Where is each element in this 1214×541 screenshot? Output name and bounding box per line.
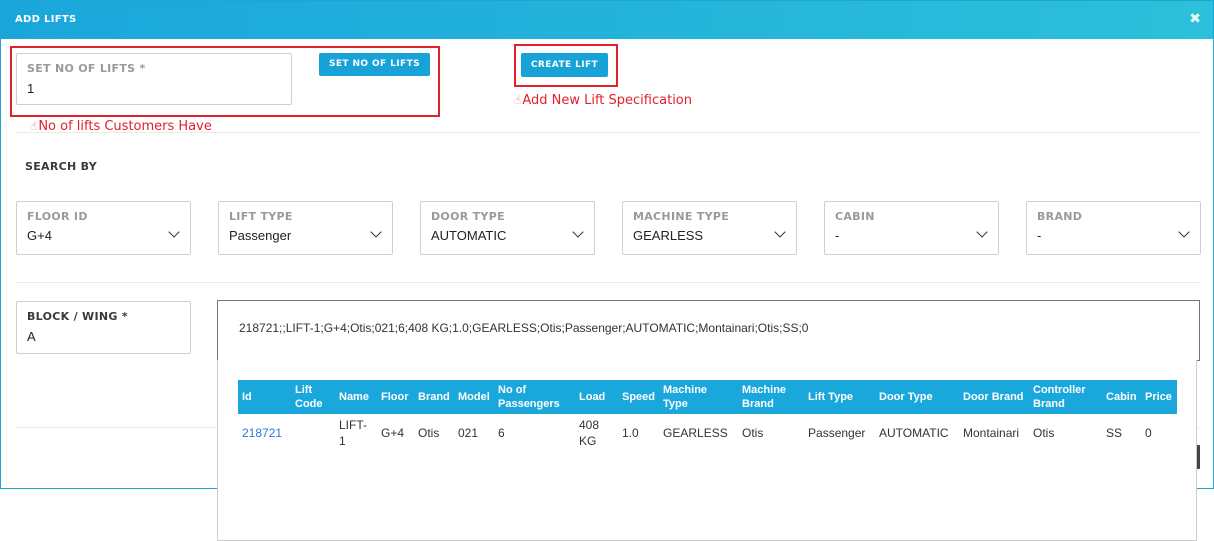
block-wing-value[interactable]: A [27, 329, 36, 344]
cell-door-type: AUTOMATIC [879, 426, 949, 440]
cell-model: 021 [458, 426, 479, 440]
chevron-down-icon[interactable] [1178, 226, 1190, 238]
create-lift-hint-text: Add New Lift Specification [522, 93, 692, 108]
column-header: Door Brand [959, 380, 1030, 414]
column-header: Floor [377, 380, 414, 414]
modal-title: ADD LIFTS [15, 14, 77, 25]
table-header-row: Id Lift Code Name Floor Brand Model No o… [238, 380, 1178, 414]
cell-door-brand: Montainari [963, 426, 1020, 440]
column-header: Lift Code [291, 380, 335, 414]
divider [16, 282, 1201, 283]
column-header: No of Passengers [494, 380, 575, 414]
chevron-down-icon[interactable] [976, 226, 988, 238]
cell-name: LIFT-1 [339, 418, 368, 448]
set-no-of-lifts-label: SET NO OF LIFTS * [27, 62, 146, 75]
lift-search-dropdown: Id Lift Code Name Floor Brand Model No o… [217, 360, 1197, 541]
filter-cabin[interactable]: CABIN - [824, 201, 999, 255]
column-header: Brand [414, 380, 454, 414]
search-by-title: SEARCH BY [25, 160, 97, 173]
block-wing-field[interactable]: BLOCK / WING * A [16, 301, 191, 354]
filter-value: Passenger [229, 228, 292, 243]
column-header: Price [1141, 380, 1178, 414]
filter-floor-id[interactable]: FLOOR ID G+4 [16, 201, 191, 255]
cell-floor: G+4 [381, 426, 405, 440]
set-no-of-lifts-value[interactable]: 1 [27, 81, 34, 96]
filter-value: - [1037, 228, 1042, 243]
filter-label: MACHINE TYPE [633, 210, 730, 223]
filter-label: LIFT TYPE [229, 210, 293, 223]
filter-value: GEARLESS [633, 228, 704, 243]
lift-results-table: Id Lift Code Name Floor Brand Model No o… [238, 380, 1178, 452]
column-header: Load [575, 380, 618, 414]
cell-lift-code [291, 414, 335, 452]
column-header: Model [454, 380, 494, 414]
cell-machine-type: GEARLESS [663, 426, 728, 440]
cell-brand: Otis [418, 426, 440, 440]
filter-label: FLOOR ID [27, 210, 88, 223]
lift-search-value[interactable]: 218721;;LIFT-1;G+4;Otis;021;6;408 KG;1.0… [239, 321, 808, 335]
cell-controller-brand: Otis [1033, 426, 1055, 440]
cell-load: 408 KG [579, 418, 600, 448]
chevron-down-icon[interactable] [370, 226, 382, 238]
close-icon[interactable]: ✖ [1189, 10, 1201, 28]
column-header: Machine Type [659, 380, 739, 414]
filter-lift-type[interactable]: LIFT TYPE Passenger [218, 201, 393, 255]
cell-lift-type: Passenger [808, 426, 866, 440]
table-row[interactable]: 218721 LIFT-1 G+4 Otis 021 6 408 KG 1.0 … [238, 414, 1177, 452]
filter-label: DOOR TYPE [431, 210, 505, 223]
cell-id[interactable]: 218721 [238, 414, 291, 452]
block-wing-label: BLOCK / WING * [27, 310, 128, 323]
cell-machine-brand: Otis [742, 426, 764, 440]
chevron-down-icon[interactable] [572, 226, 584, 238]
set-no-of-lifts-button[interactable]: SET NO OF LIFTS [319, 53, 430, 76]
filter-value: AUTOMATIC [431, 228, 507, 243]
column-header: Id [238, 380, 291, 414]
filter-door-type[interactable]: DOOR TYPE AUTOMATIC [420, 201, 595, 255]
create-lift-hint: ☝Add New Lift Specification [514, 93, 692, 108]
chevron-down-icon[interactable] [168, 226, 180, 238]
filter-brand[interactable]: BRAND - [1026, 201, 1201, 255]
modal-header: ADD LIFTS ✖ [1, 1, 1213, 39]
divider [16, 132, 1201, 133]
cell-price: 0 [1145, 426, 1152, 440]
filter-value: G+4 [27, 228, 52, 243]
pointing-hand-icon: ☝ [30, 119, 38, 133]
chevron-down-icon[interactable] [774, 226, 786, 238]
column-header: Name [335, 380, 377, 414]
filter-value: - [835, 228, 840, 243]
column-header: Lift Type [804, 380, 876, 414]
cell-passengers: 6 [498, 426, 505, 440]
column-header: Speed [618, 380, 660, 414]
filter-machine-type[interactable]: MACHINE TYPE GEARLESS [622, 201, 797, 255]
column-header: Door Type [875, 380, 960, 414]
set-no-of-lifts-field[interactable]: SET NO OF LIFTS * 1 [16, 53, 292, 105]
pointing-hand-icon: ☝ [514, 93, 522, 107]
create-lift-button[interactable]: CREATE LIFT [521, 53, 608, 77]
column-header: Controller Brand [1029, 380, 1103, 414]
column-header: Machine Brand [738, 380, 805, 414]
lift-search-input[interactable]: 218721;;LIFT-1;G+4;Otis;021;6;408 KG;1.0… [217, 300, 1200, 361]
cell-cabin: SS [1106, 426, 1123, 440]
cell-speed: 1.0 [622, 426, 639, 440]
filter-label: BRAND [1037, 210, 1083, 223]
column-header: Cabin [1102, 380, 1142, 414]
filter-label: CABIN [835, 210, 875, 223]
